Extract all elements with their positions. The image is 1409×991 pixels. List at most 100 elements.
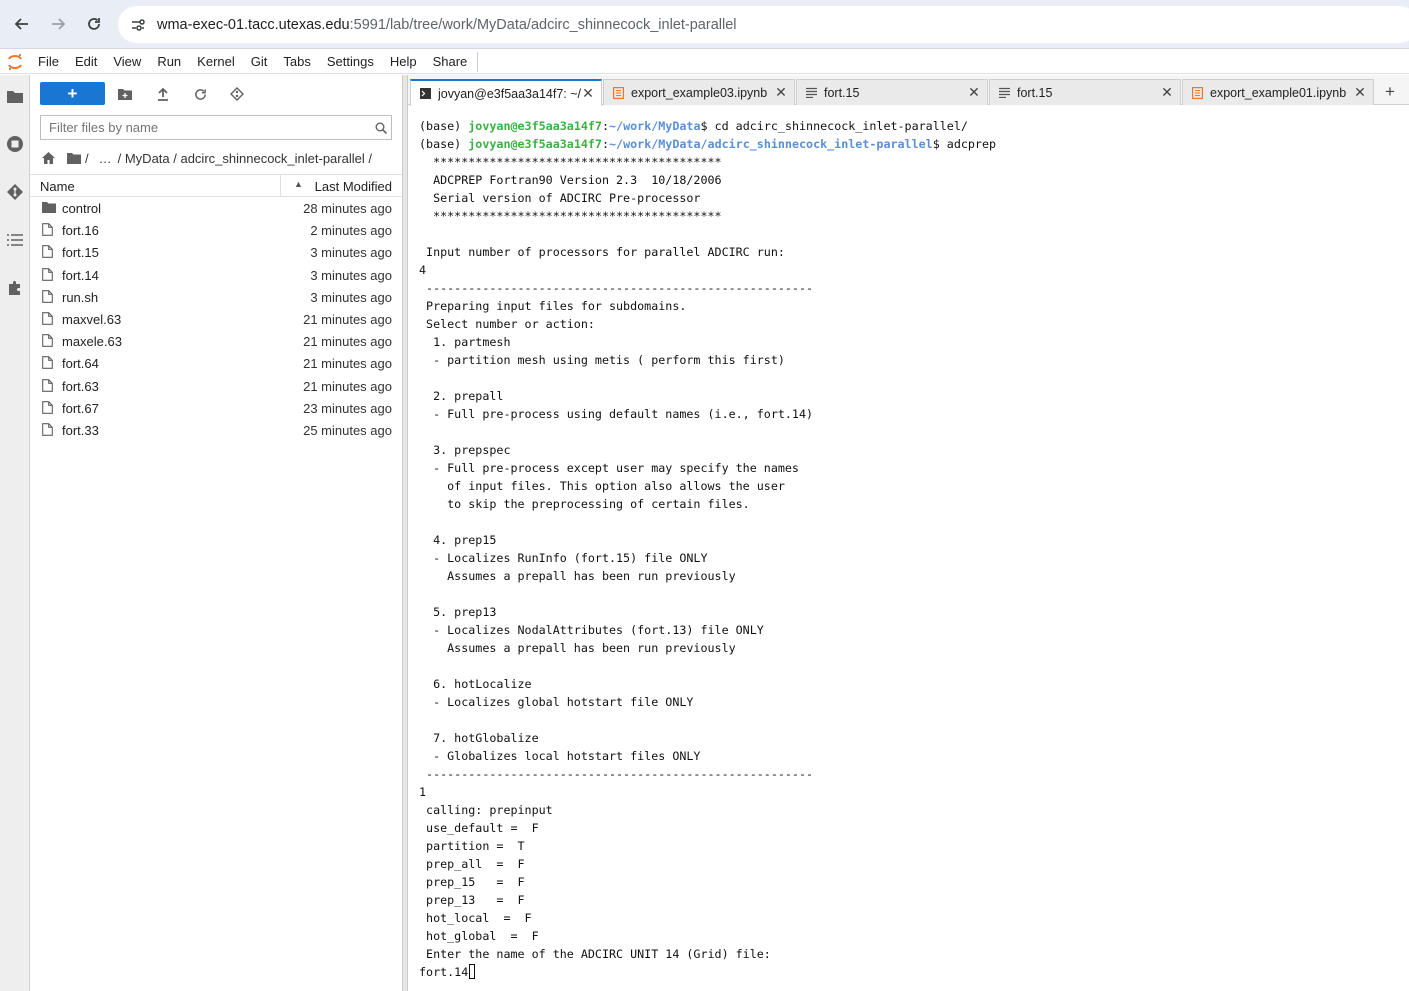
list-item[interactable]: fort.14 3 minutes ago xyxy=(30,264,402,286)
list-item[interactable]: fort.64 21 minutes ago xyxy=(30,352,402,374)
menu-help[interactable]: Help xyxy=(382,50,425,74)
file-list-header: Name ▲ Last Modified xyxy=(30,174,402,197)
search-icon xyxy=(371,122,391,134)
file-icon xyxy=(42,289,56,304)
menu-settings[interactable]: Settings xyxy=(319,50,382,74)
list-item[interactable]: maxvel.63 21 minutes ago xyxy=(30,308,402,330)
menu-tabs[interactable]: Tabs xyxy=(275,50,318,74)
close-icon[interactable]: ✕ xyxy=(774,84,788,101)
filter-files-input[interactable] xyxy=(41,116,371,139)
terminal-icon xyxy=(419,88,431,100)
tab-export-example01[interactable]: export_example01.ipynb ✕ xyxy=(1182,79,1374,105)
terminal-line: Input number of processors for parallel … xyxy=(419,245,785,259)
list-item[interactable]: fort.15 3 minutes ago xyxy=(30,241,402,263)
url-path: :5991/lab/tree/work/MyData/adcirc_shinne… xyxy=(349,16,737,33)
address-bar[interactable]: wma-exec-01.tacc.utexas.edu:5991/lab/tre… xyxy=(118,6,1409,43)
running-sessions-icon[interactable] xyxy=(5,134,25,154)
menu-edit[interactable]: Edit xyxy=(67,50,105,74)
close-icon[interactable]: ✕ xyxy=(1160,84,1174,101)
list-item[interactable]: run.sh 3 minutes ago xyxy=(30,286,402,308)
close-icon[interactable]: ✕ xyxy=(967,84,981,101)
upload-icon[interactable] xyxy=(153,84,173,104)
terminal-line: - Globalizes local hotstart files ONLY xyxy=(419,749,701,763)
terminal-panel[interactable]: (base) jovyan@e3f5aa3a14f7:~/work/MyData… xyxy=(408,106,1409,991)
terminal-line: partition = T xyxy=(419,839,525,853)
breadcrumb-ellipsis[interactable]: … xyxy=(99,151,112,166)
terminal-line: of input files. This option also allows … xyxy=(419,479,785,493)
menu-file[interactable]: File xyxy=(30,50,67,74)
list-item[interactable]: fort.33 25 minutes ago xyxy=(30,419,402,441)
list-item[interactable]: fort.67 23 minutes ago xyxy=(30,397,402,419)
terminal-line: - Localizes NodalAttributes (fort.13) fi… xyxy=(419,623,764,637)
terminal-line: Enter the name of the ADCIRC UNIT 14 (Gr… xyxy=(419,947,771,961)
prompt-path: ~/work/MyData/adcirc_shinnecock_inlet-pa… xyxy=(609,137,933,151)
terminal-line: to skip the preprocessing of certain fil… xyxy=(419,497,750,511)
table-of-contents-icon[interactable] xyxy=(5,230,25,250)
menu-kernel[interactable]: Kernel xyxy=(189,50,243,74)
git-clone-icon[interactable] xyxy=(227,84,247,104)
close-icon[interactable]: ✕ xyxy=(1353,84,1367,101)
refresh-icon[interactable] xyxy=(190,84,210,104)
terminal-line: use_default = F xyxy=(419,821,539,835)
notebook-icon xyxy=(1191,86,1203,99)
git-icon[interactable] xyxy=(5,182,25,202)
column-modified-header[interactable]: Last Modified xyxy=(315,179,392,194)
terminal-line: 2. prepall xyxy=(419,389,504,403)
breadcrumb-folder-icon[interactable] xyxy=(67,152,81,164)
terminal-input-line[interactable]: fort.14 xyxy=(419,963,1409,981)
forward-arrow-icon[interactable] xyxy=(46,12,70,36)
list-item[interactable]: maxele.63 21 minutes ago xyxy=(30,330,402,352)
menu-git[interactable]: Git xyxy=(243,50,276,74)
folder-icon[interactable] xyxy=(5,87,25,107)
site-settings-icon[interactable] xyxy=(130,17,146,33)
breadcrumb-root[interactable]: / xyxy=(85,151,89,166)
file-name: maxvel.63 xyxy=(62,311,122,327)
text-file-icon xyxy=(998,87,1010,99)
file-name: run.sh xyxy=(62,289,99,305)
home-icon[interactable] xyxy=(42,152,55,164)
new-folder-icon[interactable] xyxy=(115,84,135,104)
terminal-output: ****************************************… xyxy=(419,153,1409,963)
terminal-line: 4. prep15 xyxy=(419,533,497,547)
menu-view[interactable]: View xyxy=(105,50,149,74)
file-icon xyxy=(42,356,56,370)
list-item[interactable]: control 28 minutes ago xyxy=(30,197,402,219)
file-modified: 28 minutes ago xyxy=(303,201,392,216)
tab-label: fort.15 xyxy=(1017,85,1053,100)
list-item[interactable]: fort.63 21 minutes ago xyxy=(30,375,402,397)
terminal-cursor xyxy=(469,964,476,979)
terminal-line: ADCPREP Fortran90 Version 2.3 10/18/2006 xyxy=(419,173,722,187)
file-icon xyxy=(42,245,56,259)
column-name-header[interactable]: Name xyxy=(40,179,75,194)
reload-icon[interactable] xyxy=(82,12,106,36)
tab-export-example03[interactable]: export_example03.ipynb ✕ xyxy=(603,79,795,105)
url-host: wma-exec-01.tacc.utexas.edu xyxy=(157,16,350,33)
add-tab-icon[interactable]: + xyxy=(1378,81,1402,103)
file-list: control 28 minutes ago fort.16 2 minutes… xyxy=(30,197,402,441)
menu-run[interactable]: Run xyxy=(149,50,189,74)
close-icon[interactable]: ✕ xyxy=(581,85,595,102)
breadcrumb-path[interactable]: / MyData / adcirc_shinnecock_inlet-paral… xyxy=(118,151,372,166)
new-launcher-button[interactable]: + xyxy=(40,82,105,105)
file-modified: 3 minutes ago xyxy=(310,267,392,283)
tab-fort15-a[interactable]: fort.15 ✕ xyxy=(796,79,988,105)
terminal-line: 3. prepspec xyxy=(419,443,511,457)
terminal-line: calling: prepinput xyxy=(419,803,553,817)
terminal-line: ****************************************… xyxy=(419,209,722,223)
tab-terminal[interactable]: jovyan@e3f5aa3a14f7: ~/w ✕ xyxy=(410,79,602,106)
terminal-line: 1 xyxy=(419,785,427,799)
back-arrow-icon[interactable] xyxy=(10,12,34,36)
tab-label: export_example03.ipynb xyxy=(631,85,768,100)
file-modified: 21 minutes ago xyxy=(303,356,392,372)
tab-fort15-b[interactable]: fort.15 ✕ xyxy=(989,79,1181,105)
column-resizer[interactable] xyxy=(280,175,281,197)
conda-env: (base) xyxy=(419,137,469,151)
menu-share[interactable]: Share xyxy=(425,50,476,74)
list-item[interactable]: fort.16 2 minutes ago xyxy=(30,219,402,241)
extensions-icon[interactable] xyxy=(5,278,25,298)
file-name: maxele.63 xyxy=(62,334,122,350)
terminal-line: (base) jovyan@e3f5aa3a14f7:~/work/MyData… xyxy=(419,119,968,133)
